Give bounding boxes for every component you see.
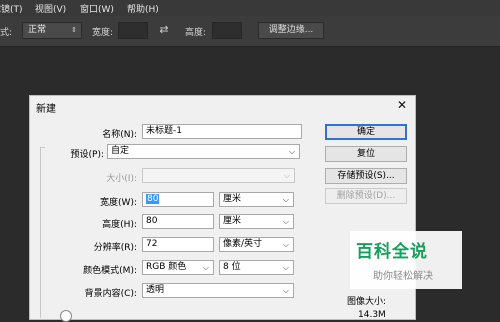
width-input[interactable] <box>118 22 148 39</box>
width-label: 宽度(W): <box>100 198 137 208</box>
watermark: 百科全说 助你轻松解决 <box>350 231 462 289</box>
resolution-unit-select[interactable]: 像素/英寸 ⌵ <box>219 237 294 252</box>
menu-filter[interactable]: 滤镜(T) <box>0 2 23 15</box>
name-label: 名称(N): <box>102 130 137 140</box>
resolution-value: 72 <box>146 239 158 249</box>
watermark-title: 百科全说 <box>356 242 428 262</box>
width-unit: 厘米 <box>223 194 242 204</box>
image-size-label: 图像大小: <box>347 297 387 307</box>
close-icon[interactable]: ✕ <box>397 98 407 112</box>
height-input[interactable]: 80 <box>142 214 214 229</box>
ok-button[interactable]: 确定 <box>325 124 407 140</box>
height-unit: 厘米 <box>223 216 242 226</box>
chevron-down-icon: ⌵ <box>282 217 289 226</box>
delete-preset-button[interactable]: 删除预设(D)... <box>325 188 407 204</box>
save-preset-button[interactable]: 存储预设(S)... <box>325 168 407 184</box>
width-value: 80 <box>146 194 160 204</box>
chevron-down-icon: ⌵ <box>283 171 290 180</box>
chevron-down-icon: ⌵ <box>202 263 209 272</box>
height-input[interactable] <box>212 22 242 39</box>
background-value: 透明 <box>146 285 165 295</box>
resolution-unit: 像素/英寸 <box>223 239 263 249</box>
chevron-down-icon: ⌵ <box>282 240 289 249</box>
size-label: 大小(I): <box>106 174 137 184</box>
watermark-subtitle: 助你轻松解决 <box>373 271 433 282</box>
background-select[interactable]: 透明 ⌵ <box>142 283 294 298</box>
advanced-toggle[interactable] <box>60 310 72 322</box>
image-size-value: 14.3M <box>358 310 386 320</box>
style-label: 式: <box>0 28 13 38</box>
menu-bar: 滤镜(T) 视图(V) 窗口(W) 帮助(H) <box>0 0 500 16</box>
bit-depth-select[interactable]: 8 位 ⌵ <box>219 260 294 275</box>
background-label: 背景内容(C): <box>84 289 137 299</box>
updown-arrow-icon: ⇕ <box>71 26 77 34</box>
menu-help[interactable]: 帮助(H) <box>127 2 159 15</box>
chevron-down-icon: ⌵ <box>282 263 289 272</box>
resolution-input[interactable]: 72 <box>142 237 214 252</box>
width-input[interactable]: 80 <box>142 192 214 207</box>
width-label: 宽度: <box>92 28 114 38</box>
dialog-title: 新建 <box>36 104 56 115</box>
reset-button[interactable]: 复位 <box>325 146 407 162</box>
style-select-value: 正常 <box>28 25 47 35</box>
name-input[interactable]: 未标题-1 <box>142 124 302 139</box>
height-value: 80 <box>146 216 158 226</box>
color-mode-label: 颜色模式(M): <box>83 266 137 276</box>
chevron-down-icon: ⌵ <box>282 286 289 295</box>
height-unit-select[interactable]: 厘米 ⌵ <box>219 214 294 229</box>
preset-value: 自定 <box>111 146 130 156</box>
bit-depth-value: 8 位 <box>223 262 241 272</box>
swap-icon[interactable]: ⇄ <box>157 23 171 37</box>
adjust-edge-button[interactable]: 调整边缘... <box>258 22 324 39</box>
group-box <box>40 147 45 318</box>
resolution-label: 分辨率(R): <box>93 243 137 253</box>
size-select[interactable]: ⌵ <box>142 168 295 183</box>
menu-view[interactable]: 视图(V) <box>35 2 66 15</box>
style-select[interactable]: 正常 ⇕ <box>22 22 82 39</box>
width-unit-select[interactable]: 厘米 ⌵ <box>219 192 294 207</box>
height-label: 高度(H): <box>102 220 137 230</box>
color-mode-select[interactable]: RGB 颜色 ⌵ <box>142 260 214 275</box>
height-label: 高度: <box>185 28 207 38</box>
preset-label: 预设(P): <box>70 150 104 160</box>
color-mode-value: RGB 颜色 <box>146 262 187 272</box>
chevron-down-icon: ⌵ <box>282 195 289 204</box>
menu-window[interactable]: 窗口(W) <box>80 2 114 15</box>
preset-select[interactable]: 自定 ⌵ <box>107 144 300 159</box>
chevron-down-icon: ⌵ <box>288 147 295 156</box>
name-value: 未标题-1 <box>146 126 182 136</box>
options-bar: 式: 正常 ⇕ 宽度: ⇄ 高度: 调整边缘... <box>0 16 500 47</box>
